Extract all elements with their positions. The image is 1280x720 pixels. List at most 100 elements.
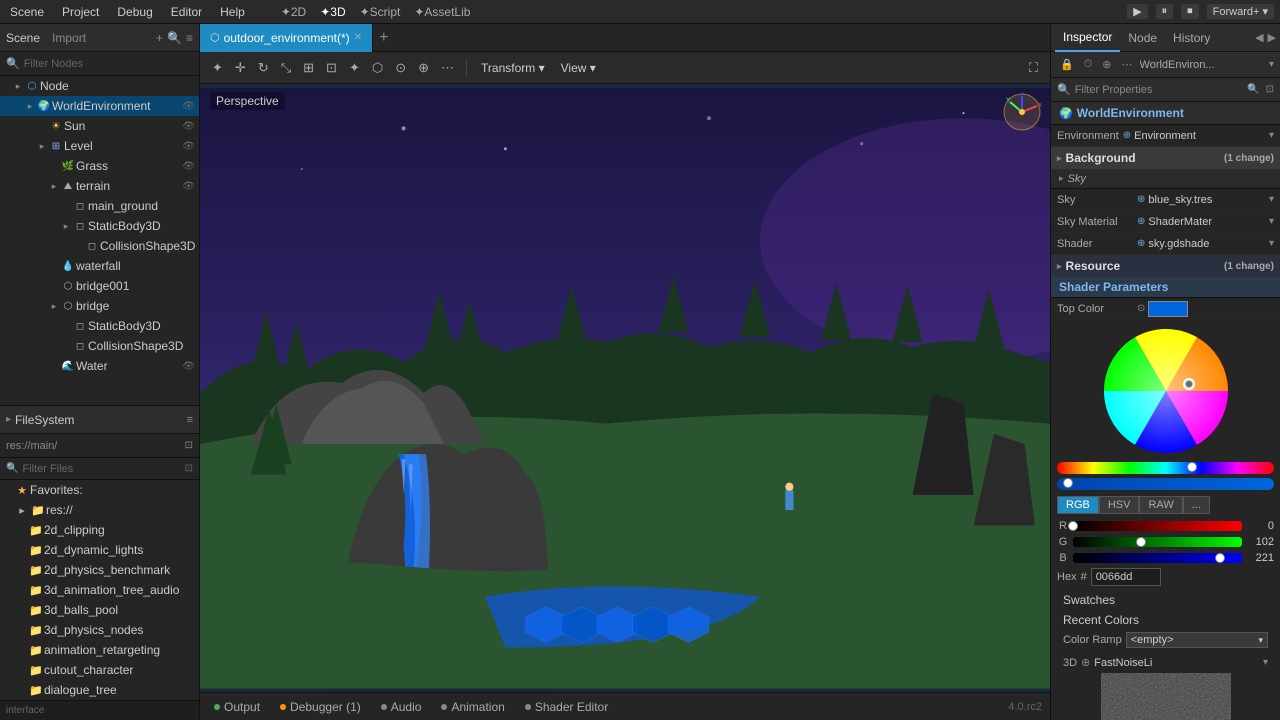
menu-help[interactable]: Help xyxy=(216,5,249,19)
node-tab[interactable]: Node xyxy=(1120,24,1165,52)
tree-sun[interactable]: ☀ Sun 👁 xyxy=(0,116,199,136)
favorites-item[interactable]: ★ Favorites: xyxy=(0,480,199,500)
top-color-preview[interactable] xyxy=(1148,301,1188,317)
mode-3d[interactable]: ✦3D xyxy=(320,5,345,19)
vt-extra5-btn[interactable]: ⊙ xyxy=(391,58,410,78)
hsv-tab[interactable]: HSV xyxy=(1099,496,1140,514)
viewport-tab-outdoor[interactable]: ⬡ outdoor_environment(*) ✕ xyxy=(200,24,373,52)
sky-dropdown-btn[interactable]: ▾ xyxy=(1269,194,1274,205)
r-slider[interactable] xyxy=(1073,521,1242,531)
vt-scale-btn[interactable]: ⤡ xyxy=(277,58,295,78)
b-slider[interactable] xyxy=(1073,553,1242,563)
pause-button[interactable]: ⏸ xyxy=(1156,4,1174,19)
inspector-tab[interactable]: Inspector xyxy=(1055,24,1120,52)
renderer-dropdown[interactable]: Forward+ ▾ xyxy=(1207,4,1274,19)
fs-dialogue-tree[interactable]: 📁 dialogue_tree xyxy=(0,680,199,700)
tree-bridge[interactable]: ▸ ⬡ bridge xyxy=(0,296,199,316)
scene-panel-title[interactable]: Scene xyxy=(6,31,40,45)
vt-rotate-btn[interactable]: ↻ xyxy=(254,58,273,78)
sky-material-dropdown[interactable]: ▾ xyxy=(1269,216,1274,227)
fs-3d-physics-nodes[interactable]: 📁 3d_physics_nodes xyxy=(0,620,199,640)
history-tab[interactable]: History xyxy=(1165,24,1218,52)
fs-3d-balls-pool[interactable]: 📁 3d_balls_pool xyxy=(0,600,199,620)
background-section[interactable]: ▸ Background (1 change) xyxy=(1051,147,1280,169)
shader-editor-tab[interactable]: Shader Editor xyxy=(519,698,614,716)
menu-debug[interactable]: Debug xyxy=(113,5,156,19)
tree-main-ground[interactable]: ◻ main_ground xyxy=(0,196,199,216)
raw-tab[interactable]: RAW xyxy=(1139,496,1182,514)
menu-scene[interactable]: Scene xyxy=(6,5,48,19)
inspector-lock-btn[interactable]: 🔒 xyxy=(1057,57,1077,72)
noise-dropdown[interactable]: ▾ xyxy=(1263,657,1268,668)
mode-script[interactable]: ✦Script xyxy=(360,5,401,19)
shader-dropdown[interactable]: ▾ xyxy=(1269,238,1274,249)
output-tab[interactable]: Output xyxy=(208,698,266,716)
hex-input[interactable] xyxy=(1091,568,1161,586)
tree-world-environment[interactable]: ▸ 🌍 WorldEnvironment 👁 xyxy=(0,96,199,116)
fs-animation-retargeting[interactable]: 📁 animation_retargeting xyxy=(0,640,199,660)
fs-cutout-character[interactable]: 📁 cutout_character xyxy=(0,660,199,680)
add-node-button[interactable]: + xyxy=(156,31,163,45)
menu-editor[interactable]: Editor xyxy=(167,5,206,19)
alpha-slider[interactable] xyxy=(1057,478,1274,490)
vt-select-btn[interactable]: ✦ xyxy=(208,58,227,78)
tab-add-btn[interactable]: + xyxy=(373,29,394,47)
vt-extra4-btn[interactable]: ⬡ xyxy=(368,58,387,78)
menu-project[interactable]: Project xyxy=(58,5,103,19)
fs-collapse-btn[interactable]: ⊡ xyxy=(185,440,193,451)
more-tab[interactable]: ... xyxy=(1183,496,1210,514)
vt-move-btn[interactable]: ✛ xyxy=(231,58,250,78)
top-color-value[interactable]: ⊙ xyxy=(1137,301,1274,317)
stop-button[interactable]: ⏹ xyxy=(1181,4,1199,19)
mode-2d[interactable]: ✦2D xyxy=(281,5,306,19)
tree-level[interactable]: ▸ ⊞ Level 👁 xyxy=(0,136,199,156)
color-wheel-svg[interactable] xyxy=(1101,326,1231,456)
filesystem-header[interactable]: ▸ FileSystem ≡ xyxy=(0,406,199,434)
tab-close-btn[interactable]: ✕ xyxy=(354,32,362,43)
res-root-item[interactable]: ▸ 📁 res:// xyxy=(0,500,199,520)
tree-waterfall[interactable]: 💧 waterfall xyxy=(0,256,199,276)
fs-options-btn[interactable]: ⊡ xyxy=(185,463,193,474)
inspector-history-btn[interactable]: ⏱ xyxy=(1081,57,1096,72)
tree-collision-shape[interactable]: ◻ CollisionShape3D xyxy=(0,236,199,256)
mode-assetlib[interactable]: ✦AssetLib xyxy=(414,5,470,19)
inspector-more-btn[interactable]: ⋯ xyxy=(1119,57,1136,72)
color-ramp-dropdown[interactable]: <empty> ▾ xyxy=(1126,632,1268,648)
import-button[interactable]: Import xyxy=(52,31,86,45)
scene-menu-button[interactable]: ≡ xyxy=(186,31,193,45)
filesystem-menu-btn[interactable]: ≡ xyxy=(187,414,193,426)
viewport-3d[interactable]: Perspective X Y Z xyxy=(200,84,1050,692)
transform-dropdown[interactable]: Transform ▾ xyxy=(475,59,551,77)
tree-water[interactable]: 🌊 Water 👁 xyxy=(0,356,199,376)
tree-terrain[interactable]: ▸ ⛰ terrain 👁 xyxy=(0,176,199,196)
fs-3d-animation[interactable]: 📁 3d_animation_tree_audio xyxy=(0,580,199,600)
viewport-gizmo[interactable]: X Y Z xyxy=(1002,92,1042,132)
inspector-nav-prev[interactable]: ◀ xyxy=(1255,31,1263,44)
hue-slider[interactable] xyxy=(1057,462,1274,474)
filter-nodes-button[interactable]: 🔍 xyxy=(167,31,182,45)
swatches-toggle[interactable]: Swatches xyxy=(1057,590,1274,610)
tree-static-body2[interactable]: ◻ StaticBody3D xyxy=(0,316,199,336)
tree-grass[interactable]: 🌿 Grass 👁 xyxy=(0,156,199,176)
audio-tab[interactable]: Audio xyxy=(375,698,428,716)
filter-properties-options-btn[interactable]: ⊡ xyxy=(1266,84,1274,95)
rgb-tab[interactable]: RGB xyxy=(1057,496,1099,514)
fs-2d-dynamic-lights[interactable]: 📁 2d_dynamic_lights xyxy=(0,540,199,560)
tree-collision-shape2[interactable]: ◻ CollisionShape3D xyxy=(0,336,199,356)
resource-section[interactable]: ▸ Resource (1 change) xyxy=(1051,255,1280,277)
filter-properties-search-btn[interactable]: 🔍 xyxy=(1247,84,1259,95)
inspector-dropdown-btn[interactable]: ▾ xyxy=(1269,59,1274,70)
animation-tab[interactable]: Animation xyxy=(435,698,510,716)
tree-node-root[interactable]: ▸ ⬡ Node xyxy=(0,76,199,96)
tree-bridge001[interactable]: ⬡ bridge001 xyxy=(0,276,199,296)
view-dropdown[interactable]: View ▾ xyxy=(555,59,602,77)
inspector-copy-btn[interactable]: ⊕ xyxy=(1099,57,1114,72)
vt-extra6-btn[interactable]: ⊕ xyxy=(414,58,433,78)
inspector-nav-next[interactable]: ▶ xyxy=(1268,31,1276,44)
sky-subsection[interactable]: ▸ Sky xyxy=(1051,169,1280,189)
tree-static-body[interactable]: ▸ ◻ StaticBody3D xyxy=(0,216,199,236)
vt-fullscreen-btn[interactable]: ⛶ xyxy=(1025,58,1042,78)
debugger-tab[interactable]: Debugger (1) xyxy=(274,698,367,716)
fs-2d-clipping[interactable]: 📁 2d_clipping xyxy=(0,520,199,540)
vt-extra3-btn[interactable]: ✦ xyxy=(345,58,364,78)
